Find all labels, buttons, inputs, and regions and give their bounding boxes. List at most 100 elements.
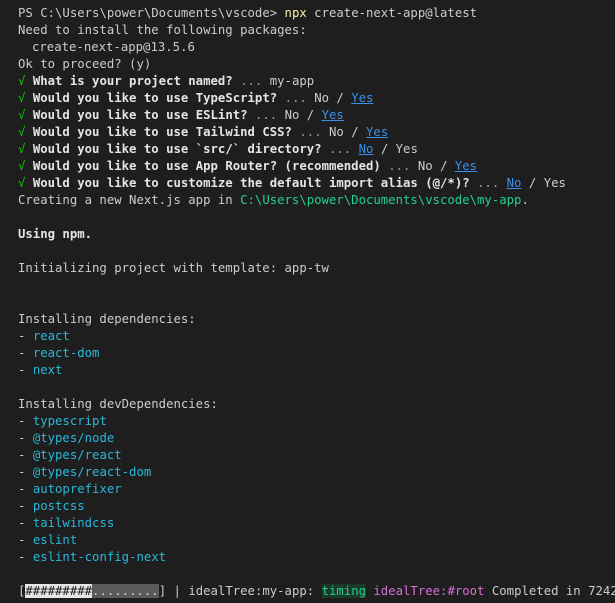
option-no-selected: No [506,176,522,190]
timing-label: timing [321,584,366,598]
list-item: - typescript [18,413,107,430]
list-dash: - [18,465,26,479]
init-line: Initializing project with template: app-… [18,261,329,275]
question-typescript: √ Would you like to use TypeScript? ... … [18,90,373,107]
devdependency-name: eslint [32,533,78,547]
list-item: - @types/react-dom [18,464,151,481]
command-args: create-next-app@latest [314,6,478,20]
option-yes: Yes [543,176,566,190]
check-icon: √ [18,125,26,139]
progress-detail: idealTree:#root [373,584,485,598]
option-no: No [314,91,329,105]
list-dash: - [18,482,26,496]
question-highlight: ESLint [195,108,241,122]
question-highlight: `src/` directory [195,142,315,156]
option-no-selected: No [358,142,374,156]
list-item: - @types/node [18,430,114,447]
list-dash: - [18,533,26,547]
list-dash: - [18,329,26,343]
check-icon: √ [18,74,26,88]
question-highlight: App Router [195,159,270,173]
terminal-window[interactable]: PS C:\Users\power\Documents\vscode> npx … [0,0,615,603]
separator: / [336,91,344,105]
prompt-line: PS C:\Users\power\Documents\vscode> npx … [18,5,477,22]
proceed-prompt: Ok to proceed? (y) [18,57,152,71]
question-tailwind: √ Would you like to use Tailwind CSS? ..… [18,124,388,141]
dependency-name: react [32,329,70,343]
question-import-alias: √ Would you like to customize the defaul… [18,175,566,192]
list-dash: - [18,363,26,377]
devdependency-name: postcss [32,499,85,513]
answer-text: my-app [269,74,315,88]
ellipsis: ... [299,125,322,139]
deps-heading: Installing dependencies: [18,312,196,326]
creating-text: Creating a new Next.js app in [18,193,233,207]
option-yes-selected: Yes [351,91,374,105]
question-highlight: Tailwind CSS [195,125,285,139]
check-icon: √ [18,91,26,105]
option-yes-selected: Yes [366,125,389,139]
question-prefix: Would you like to use [32,125,189,139]
progress-pipe: | [173,584,181,598]
option-yes: Yes [395,142,418,156]
list-item: - postcss [18,498,85,515]
question-suffix: ? [240,108,248,122]
ellipsis: ... [284,91,307,105]
separator: / [440,159,448,173]
progress-bar-filled: ######### [25,584,93,598]
question-text: What is your project named? [32,74,233,88]
ellipsis: ... [388,159,411,173]
list-dash: - [18,346,26,360]
list-dash: - [18,448,26,462]
question-prefix: Would you like to customize the default [32,176,322,190]
check-icon: √ [18,176,26,190]
question-eslint: √ Would you like to use ESLint? ... No /… [18,107,344,124]
option-yes-selected: Yes [454,159,478,173]
creating-line: Creating a new Next.js app in C:\Users\p… [18,192,529,209]
separator: / [380,142,389,156]
option-no: No [328,125,344,139]
question-project-name: √ What is your project named? ... my-app [18,73,314,90]
devdependency-name: autoprefixer [32,482,122,496]
question-prefix: Would you like to use [32,91,189,105]
command-name: npx [284,6,307,20]
option-yes-selected: Yes [321,108,344,122]
separator: / [528,176,537,190]
devdependency-name: eslint-config-next [32,550,167,564]
list-dash: - [18,499,26,513]
prompt-path: C:\Users\power\Documents\vscode> [40,6,278,20]
question-suffix: ? [269,91,278,105]
question-prefix: Would you like to use [32,108,189,122]
list-dash: - [18,414,26,428]
creating-dot: . [521,193,529,207]
check-icon: √ [18,142,26,156]
list-item: - tailwindcss [18,515,114,532]
question-highlight: import alias [328,176,418,190]
progress-task: idealTree:my-app: [188,584,315,598]
check-icon: √ [18,108,26,122]
list-item: - @types/react [18,447,122,464]
list-dash: - [18,516,26,530]
progress-line: [#########.........] | idealTree:my-app:… [18,583,615,600]
install-notice: Need to install the following packages: [18,23,307,37]
separator: / [306,108,315,122]
list-item: - react-dom [18,345,99,362]
dependency-name: react-dom [32,346,100,360]
question-prefix: Would you like to use [32,159,189,173]
list-item: - react [18,328,70,345]
using-npm: Using npm. [18,227,93,241]
progress-bar-empty: ......... [92,584,159,598]
question-suffix: ? (recommended) [269,159,381,173]
question-prefix: Would you like to use [32,142,189,156]
check-icon: √ [18,159,26,173]
question-app-router: √ Would you like to use App Router? (rec… [18,158,477,175]
ellipsis: ... [240,74,263,88]
list-item: - next [18,362,62,379]
devdependency-name: tailwindcss [32,516,115,530]
ellipsis: ... [477,176,500,190]
list-dash: - [18,431,26,445]
separator: / [351,125,359,139]
list-item: - autoprefixer [18,481,122,498]
devdependency-name: typescript [32,414,107,428]
prompt-ps: PS [18,6,33,20]
